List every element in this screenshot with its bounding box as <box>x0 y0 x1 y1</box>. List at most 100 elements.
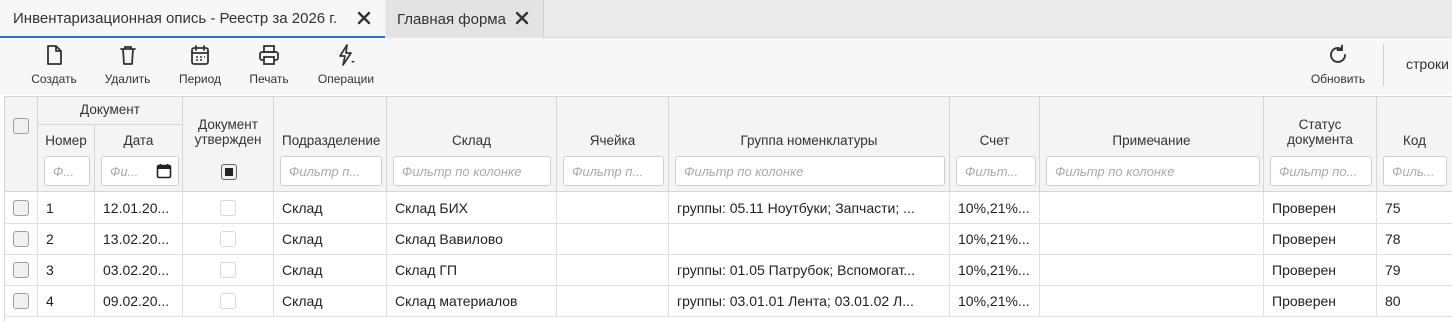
tab-label: Главная форма <box>397 10 506 28</box>
cell-approved <box>183 286 274 317</box>
cell-code: 80 <box>1377 286 1452 317</box>
cell-warehouse: Склад Вавилово <box>387 224 557 255</box>
cell-code: 79 <box>1377 255 1452 286</box>
cell-date: 03.02.20... <box>95 255 183 286</box>
cell-account: 10%,21%... <box>950 286 1040 317</box>
filter-code-input[interactable]: Филь... <box>1383 156 1447 186</box>
filter-note-input[interactable]: Фильтр по колонке <box>1046 156 1260 186</box>
refresh-label: Обновить <box>1310 72 1366 86</box>
row-select-cell <box>5 286 38 317</box>
row-select-cell <box>5 255 38 286</box>
cell-code: 75 <box>1377 193 1452 224</box>
toolbar-divider <box>1383 44 1384 86</box>
column-label: Группа номенклатуры <box>740 133 878 148</box>
calendar-icon[interactable] <box>156 163 172 179</box>
cell-division: Склад <box>274 286 387 317</box>
print-button[interactable]: Печать <box>245 44 293 90</box>
cell-approved <box>183 224 274 255</box>
delete-label: Удалить <box>104 72 151 86</box>
row-select-checkbox[interactable] <box>13 262 29 278</box>
cell-cell <box>557 286 669 317</box>
cell-approved <box>183 193 274 224</box>
column-label: Подразделение <box>282 133 381 148</box>
lightning-dropdown-icon <box>339 44 355 66</box>
filter-group-input[interactable]: Фильтр по колонке <box>675 156 945 186</box>
app-window: Инвентаризационная опись - Реестр за 202… <box>0 0 1452 322</box>
cell-note <box>1040 224 1264 255</box>
new-document-icon <box>47 45 62 65</box>
filter-status-input[interactable]: Фильтр по... <box>1270 156 1372 186</box>
row-select-checkbox[interactable] <box>13 293 29 309</box>
printer-icon <box>259 45 279 65</box>
filter-approved-checkbox[interactable] <box>221 164 237 180</box>
cell-account: 10%,21%... <box>950 193 1040 224</box>
create-button[interactable]: Создать <box>28 44 80 90</box>
tab-bar: Инвентаризационная опись - Реестр за 202… <box>0 0 1452 38</box>
cell-note <box>1040 255 1264 286</box>
cell-status: Проверен <box>1264 255 1377 286</box>
period-label: Период <box>178 72 222 86</box>
cell-date: 13.02.20... <box>95 224 183 255</box>
rows-button[interactable]: строки <box>1406 56 1449 72</box>
refresh-icon <box>1330 44 1346 63</box>
cell-status: Проверен <box>1264 193 1377 224</box>
row-select-checkbox[interactable] <box>13 200 29 216</box>
filter-account-input[interactable]: Фильт... <box>956 156 1036 186</box>
cell-note <box>1040 286 1264 317</box>
refresh-button[interactable]: Обновить <box>1306 44 1370 90</box>
column-label: Склад <box>451 133 492 148</box>
column-label: Ячейка <box>589 133 636 148</box>
filter-date-input[interactable]: Фи... <box>101 156 179 186</box>
cell-number: 2 <box>38 224 95 255</box>
filter-placeholder: Фи... <box>110 163 139 179</box>
column-label: Код <box>1403 133 1426 148</box>
cell-cell <box>557 255 669 286</box>
close-icon[interactable] <box>513 9 531 27</box>
calendar-icon <box>191 45 209 65</box>
row-select-checkbox[interactable] <box>13 231 29 247</box>
cell-warehouse: Склад БИХ <box>387 193 557 224</box>
column-group-document: Документ <box>38 97 183 125</box>
column-label: Статус документа <box>1287 117 1353 147</box>
select-all-checkbox[interactable] <box>13 118 29 134</box>
toolbar: Создать Удалить Период Печать Операции О… <box>0 38 1452 94</box>
cell-group: группы: 01.05 Патрубок; Вспомогат... <box>669 255 950 286</box>
column-label: Документ утвержден <box>194 117 262 147</box>
select-all-header <box>5 97 38 192</box>
cell-number: 3 <box>38 255 95 286</box>
cell-account: 10%,21%... <box>950 224 1040 255</box>
approved-checkbox <box>220 293 236 309</box>
cell-group: группы: 05.11 Ноутбуки; Запчасти; ... <box>669 193 950 224</box>
print-label: Печать <box>249 72 289 86</box>
close-icon[interactable] <box>355 9 373 27</box>
trash-icon <box>119 46 136 65</box>
cell-cell <box>557 224 669 255</box>
cell-group <box>669 224 950 255</box>
cell-warehouse: Склад материалов <box>387 286 557 317</box>
filter-number-input[interactable]: Ф... <box>44 156 90 186</box>
delete-button[interactable]: Удалить <box>100 44 155 90</box>
cell-division: Склад <box>274 224 387 255</box>
period-button[interactable]: Период <box>175 44 225 90</box>
filter-approved-checkbox-wrap <box>221 164 237 180</box>
tab-label: Инвентаризационная опись - Реестр за 202… <box>13 9 338 27</box>
operations-button[interactable]: Операции <box>312 44 380 90</box>
cell-warehouse: Склад ГП <box>387 255 557 286</box>
cell-division: Склад <box>274 255 387 286</box>
filter-division-input[interactable]: Фильтр п... <box>280 156 382 186</box>
approved-checkbox <box>220 231 236 247</box>
filter-warehouse-input[interactable]: Фильтр по колонке <box>393 156 551 186</box>
filter-cell-input[interactable]: Фильтр п... <box>563 156 664 186</box>
tab-main-form[interactable]: Главная форма <box>386 0 544 38</box>
approved-checkbox <box>220 200 236 216</box>
column-label: Дата <box>123 133 154 148</box>
approved-checkbox <box>220 262 236 278</box>
cell-code: 78 <box>1377 224 1452 255</box>
cell-division: Склад <box>274 193 387 224</box>
column-label: Номер <box>45 133 87 148</box>
column-label: Примечание <box>1112 133 1191 148</box>
create-label: Создать <box>31 72 77 86</box>
cell-note <box>1040 193 1264 224</box>
tab-inventory-register[interactable]: Инвентаризационная опись - Реестр за 202… <box>0 0 385 38</box>
cell-status: Проверен <box>1264 224 1377 255</box>
